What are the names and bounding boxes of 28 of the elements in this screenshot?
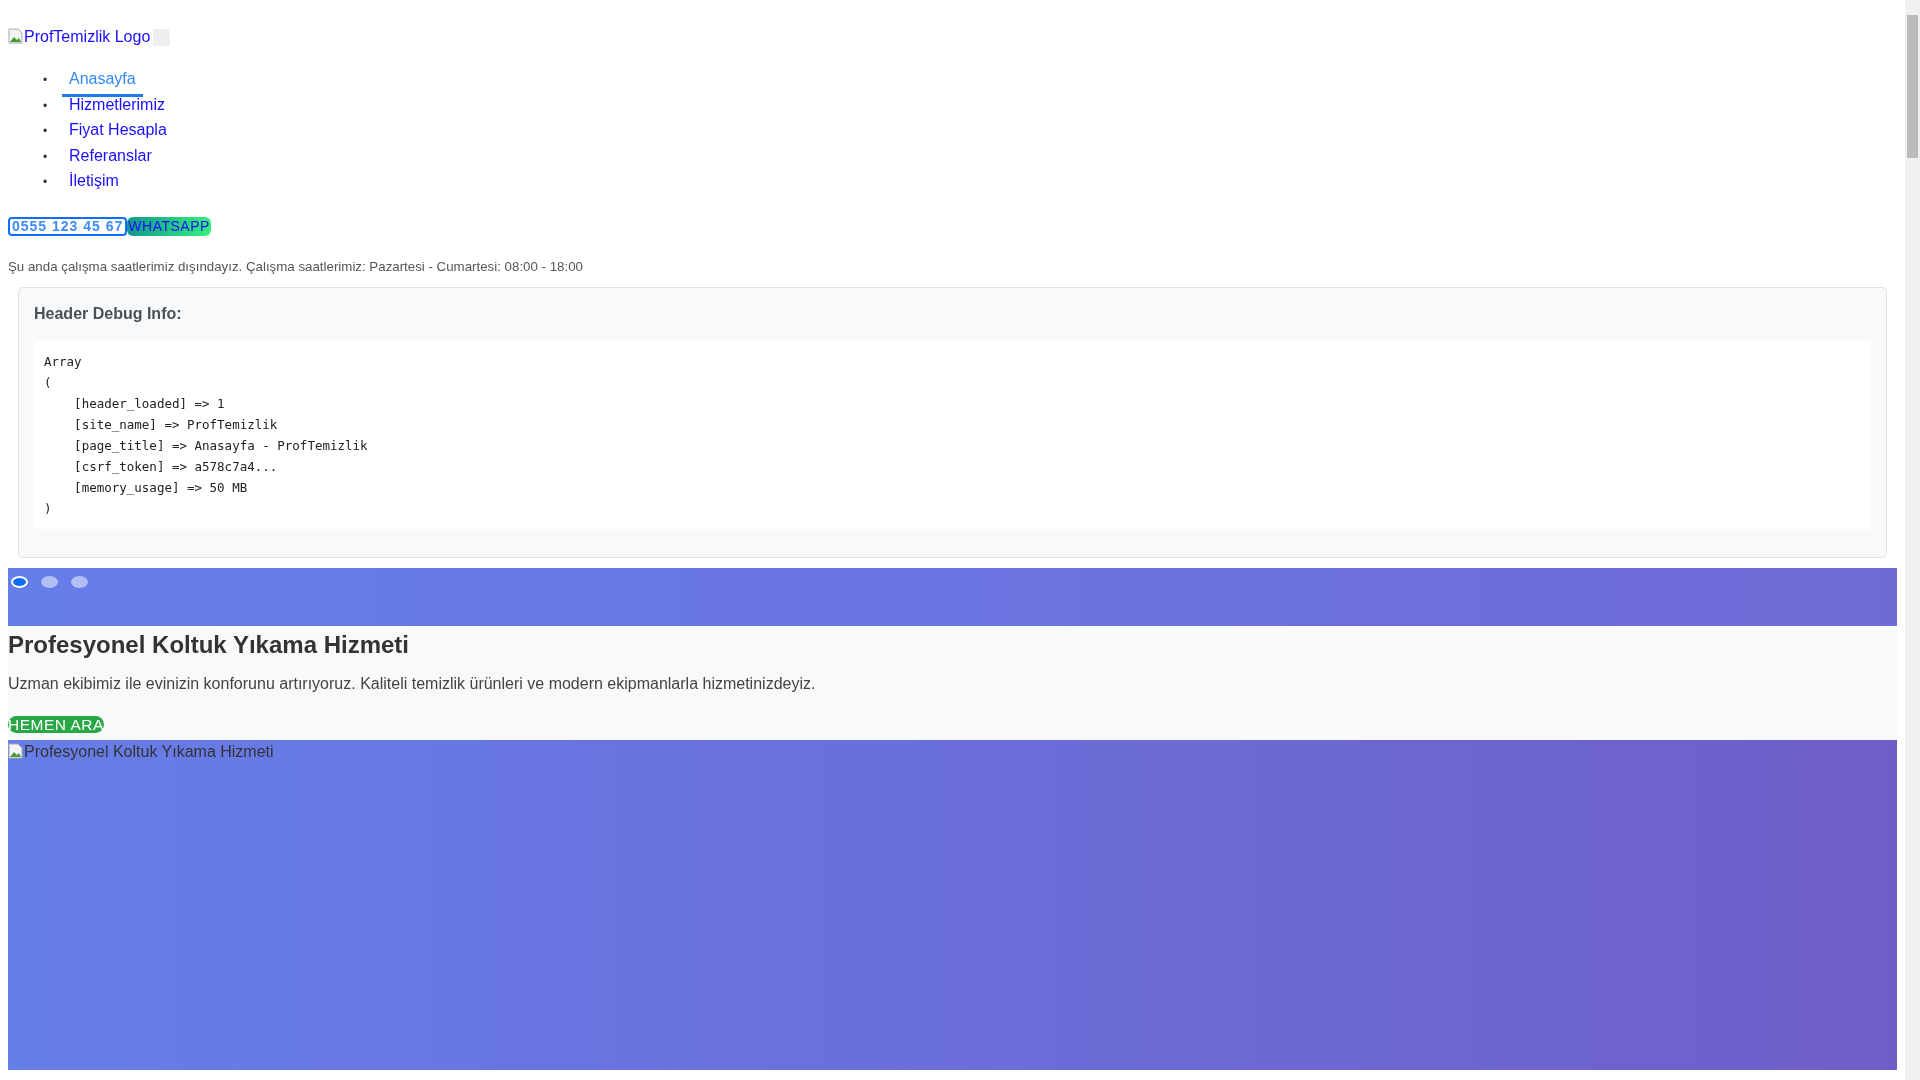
- working-hours-notice: Şu anda çalışma saatlerimiz dışındayız. Çalışma saatlerimiz: Pazartesi - Cumartesi: 08:00 - 18:00: [8, 258, 584, 274]
- slide-dot[interactable]: [41, 575, 58, 588]
- hero-text: Uzman ekibimiz ile evinizin konforunu artırıyoruz. Kaliteli temizlik ürünleri ve modern ekipmanlarla hizmetinizdeyiz.: [8, 673, 817, 694]
- logo-link[interactable]: ProfTemizlik Logo: [8, 28, 151, 46]
- code-line: [header_loaded] => 1: [73, 394, 226, 413]
- code-line: [memory_usage] => 50 MB: [73, 478, 249, 497]
- broken-image-icon: [8, 742, 24, 759]
- hero-title: Profesyonel Koltuk Yıkama Hizmeti: [8, 629, 410, 660]
- nav-link[interactable]: Referanslar: [62, 144, 159, 170]
- whatsapp-button[interactable]: WHATSAPP: [127, 216, 211, 236]
- code-line: Array: [44, 352, 83, 371]
- list-bullet: •: [43, 123, 49, 140]
- code-line: [csrf_token] => a578c7a4...: [73, 457, 279, 476]
- code-line: (: [44, 373, 53, 392]
- debug-title: Header Debug Info:: [34, 304, 183, 323]
- nav-link[interactable]: Fiyat Hesapla: [62, 119, 174, 144]
- code-line: [page_title] => Anasayfa - ProfTemizlik: [73, 436, 369, 455]
- broken-image-icon: [8, 28, 24, 44]
- list-bullet: •: [43, 72, 49, 89]
- nav-link[interactable]: İletişim: [62, 170, 126, 195]
- code-line: ): [44, 499, 53, 518]
- list-bullet: •: [43, 174, 49, 191]
- code-line: [site_name] => ProfTemizlik: [73, 415, 279, 434]
- image-alt-text: Profesyonel Koltuk Yıkama Hizmeti: [24, 742, 274, 761]
- list-bullet: •: [43, 148, 49, 166]
- list-bullet: •: [43, 97, 49, 115]
- slide-dot[interactable]: [11, 575, 28, 588]
- slide-dot[interactable]: [71, 575, 88, 588]
